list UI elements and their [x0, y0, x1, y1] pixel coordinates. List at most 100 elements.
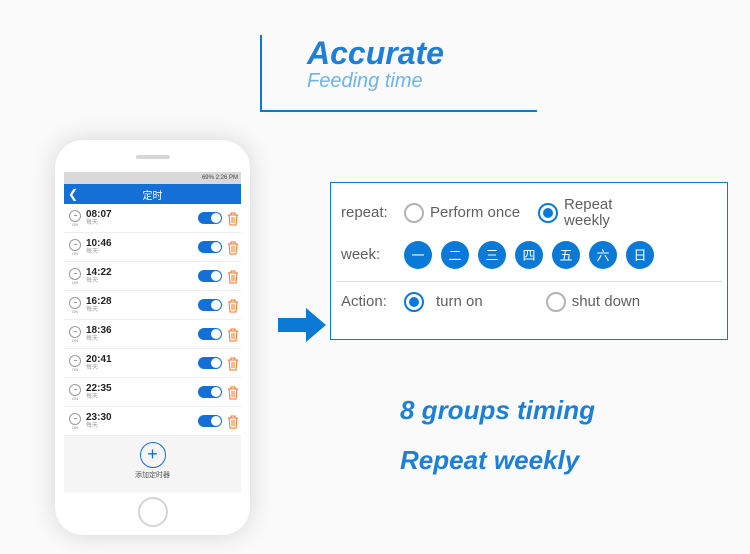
- timer-sub: 每天: [86, 307, 198, 313]
- phone-speaker: [136, 155, 170, 159]
- phone-screen: 69% 2:26 PM ❮ 定时 ON 08:07 每天 ON 10:46 每天: [64, 172, 241, 493]
- settings-panel: repeat: Perform once Repeat weekly week:…: [330, 182, 728, 340]
- delete-icon[interactable]: [227, 357, 237, 369]
- repeat-row: repeat: Perform once Repeat weekly: [341, 197, 717, 229]
- timer-icon: ON: [68, 354, 82, 372]
- timer-icon: ON: [68, 296, 82, 314]
- delete-icon[interactable]: [227, 270, 237, 282]
- timer-icon: ON: [68, 412, 82, 430]
- day-chip[interactable]: 日: [626, 241, 654, 269]
- toggle-switch[interactable]: [198, 415, 222, 427]
- option-repeat-weekly[interactable]: Repeat weekly: [538, 197, 612, 229]
- timer-time: 10:46: [86, 239, 198, 249]
- timer-sub: 每天: [86, 336, 198, 342]
- home-button[interactable]: [138, 497, 168, 527]
- timer-row[interactable]: ON 22:35 每天: [64, 378, 241, 407]
- timer-time: 18:36: [86, 326, 198, 336]
- add-button[interactable]: +: [140, 442, 166, 468]
- toggle-switch[interactable]: [198, 212, 222, 224]
- timer-sub: 每天: [86, 220, 198, 226]
- timer-row[interactable]: ON 10:46 每天: [64, 233, 241, 262]
- week-row: week: 一二三四五六日: [341, 241, 717, 269]
- headline-repeat: Repeat weekly: [400, 445, 579, 476]
- nav-title: 定时: [64, 187, 241, 202]
- timer-sub: 每天: [86, 249, 198, 255]
- timer-row[interactable]: ON 08:07 每天: [64, 204, 241, 233]
- timer-time: 20:41: [86, 355, 198, 365]
- timer-row[interactable]: ON 20:41 每天: [64, 349, 241, 378]
- timer-time: 14:22: [86, 268, 198, 278]
- toggle-switch[interactable]: [198, 328, 222, 340]
- timer-info: 16:28 每天: [86, 297, 198, 313]
- delete-icon[interactable]: [227, 241, 237, 253]
- timer-icon: ON: [68, 209, 82, 227]
- timer-info: 23:30 每天: [86, 413, 198, 429]
- timer-info: 20:41 每天: [86, 355, 198, 371]
- add-area: + 添加定时器: [64, 436, 241, 486]
- action-label: Action:: [341, 293, 396, 310]
- timer-time: 22:35: [86, 384, 198, 394]
- toggle-switch[interactable]: [198, 270, 222, 282]
- status-bar: 69% 2:26 PM: [64, 172, 241, 184]
- option-shut-down[interactable]: shut down: [546, 292, 640, 312]
- add-label: 添加定时器: [64, 470, 241, 480]
- timer-info: 14:22 每天: [86, 268, 198, 284]
- turn-on-text: turn on: [436, 293, 483, 310]
- day-chip[interactable]: 二: [441, 241, 469, 269]
- option-turn-on[interactable]: turn on: [404, 292, 483, 312]
- delete-icon[interactable]: [227, 328, 237, 340]
- toggle-switch[interactable]: [198, 357, 222, 369]
- radio-icon: [546, 292, 566, 312]
- toggle-switch[interactable]: [198, 241, 222, 253]
- timer-list: ON 08:07 每天 ON 10:46 每天 ON 14:22 每天: [64, 204, 241, 436]
- timer-info: 22:35 每天: [86, 384, 198, 400]
- day-chip[interactable]: 六: [589, 241, 617, 269]
- delete-icon[interactable]: [227, 299, 237, 311]
- shut-down-text: shut down: [572, 293, 640, 310]
- headline-groups: 8 groups timing: [400, 395, 595, 426]
- toggle-switch[interactable]: [198, 386, 222, 398]
- day-chip[interactable]: 四: [515, 241, 543, 269]
- timer-time: 08:07: [86, 210, 198, 220]
- radio-icon: [404, 292, 424, 312]
- divider: [336, 281, 722, 282]
- repeat-weekly-text: Repeat weekly: [564, 197, 612, 229]
- arrow-icon: [278, 308, 326, 347]
- option-perform-once[interactable]: Perform once: [404, 203, 520, 223]
- timer-time: 16:28: [86, 297, 198, 307]
- timer-sub: 每天: [86, 394, 198, 400]
- day-chip[interactable]: 三: [478, 241, 506, 269]
- timer-sub: 每天: [86, 278, 198, 284]
- delete-icon[interactable]: [227, 212, 237, 224]
- timer-info: 10:46 每天: [86, 239, 198, 255]
- timer-time: 23:30: [86, 413, 198, 423]
- timer-row[interactable]: ON 14:22 每天: [64, 262, 241, 291]
- perform-once-text: Perform once: [430, 204, 520, 221]
- title-main: Accurate: [307, 35, 537, 72]
- timer-row[interactable]: ON 16:28 每天: [64, 291, 241, 320]
- timer-icon: ON: [68, 383, 82, 401]
- toggle-switch[interactable]: [198, 299, 222, 311]
- timer-icon: ON: [68, 238, 82, 256]
- back-icon[interactable]: ❮: [68, 187, 78, 201]
- title-sub: Feeding time: [307, 70, 537, 93]
- phone-mockup: 69% 2:26 PM ❮ 定时 ON 08:07 每天 ON 10:46 每天: [55, 140, 250, 535]
- delete-icon[interactable]: [227, 415, 237, 427]
- week-label: week:: [341, 246, 396, 263]
- timer-icon: ON: [68, 267, 82, 285]
- title-box: Accurate Feeding time: [260, 35, 537, 112]
- timer-row[interactable]: ON 18:36 每天: [64, 320, 241, 349]
- status-text: 69% 2:26 PM: [202, 175, 238, 181]
- timer-info: 18:36 每天: [86, 326, 198, 342]
- action-row: Action: turn on shut down: [341, 292, 717, 312]
- timer-sub: 每天: [86, 423, 198, 429]
- nav-bar: ❮ 定时: [64, 184, 241, 204]
- delete-icon[interactable]: [227, 386, 237, 398]
- timer-row[interactable]: ON 23:30 每天: [64, 407, 241, 436]
- day-chip[interactable]: 一: [404, 241, 432, 269]
- day-chip[interactable]: 五: [552, 241, 580, 269]
- timer-info: 08:07 每天: [86, 210, 198, 226]
- radio-icon: [404, 203, 424, 223]
- repeat-label: repeat:: [341, 204, 396, 221]
- days-container: 一二三四五六日: [404, 241, 654, 269]
